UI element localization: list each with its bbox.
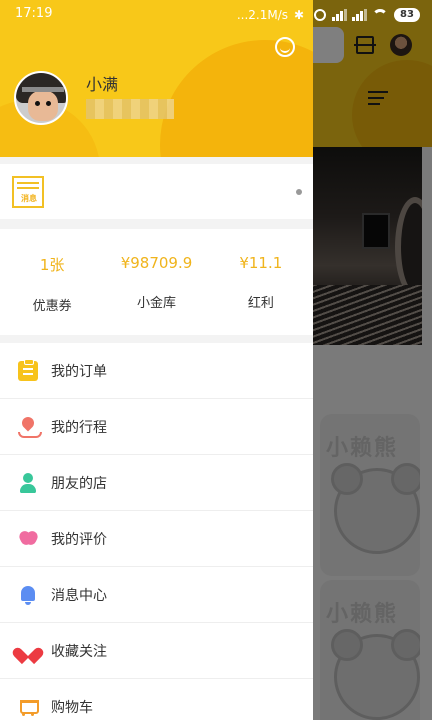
news-logo-icon: 消息	[12, 176, 44, 208]
menu-item-cart[interactable]: 购物车	[0, 679, 313, 720]
cart-icon	[18, 697, 39, 717]
menu-label: 我的评价	[51, 532, 107, 548]
side-drawer: 小满 消息 1张 优惠券 ¥98709.9 小金库 ¥11.1 红利 我的订单 …	[0, 0, 313, 720]
user-info-blurred	[86, 99, 174, 119]
signal-icon	[352, 9, 367, 21]
pager-dot	[296, 189, 302, 195]
menu-item-favorites[interactable]: 收藏关注	[0, 623, 313, 679]
stat-label: 小金库	[136, 296, 176, 311]
menu-label: 消息中心	[51, 588, 107, 604]
news-ticker[interactable]: 消息	[0, 164, 313, 219]
menu-item-messages[interactable]: 消息中心	[0, 567, 313, 623]
menu-label: 购物车	[51, 700, 93, 716]
stat-value: ¥98709.9	[120, 254, 193, 272]
heart-icon	[18, 641, 38, 661]
wifi-icon	[372, 9, 388, 25]
stat-vault[interactable]: ¥98709.9 小金库	[104, 229, 208, 335]
news-logo-text: 消息	[21, 194, 37, 203]
user-name[interactable]: 小满	[86, 71, 118, 95]
drawer-menu: 我的订单 我的行程 朋友的店 我的评价 消息中心 收藏关注 购物车	[0, 343, 313, 720]
alarm-icon	[314, 9, 326, 21]
bluetooth-icon: ✱	[294, 8, 305, 22]
menu-item-orders[interactable]: 我的订单	[0, 343, 313, 399]
network-speed: ...2.1M/s	[236, 8, 288, 22]
menu-item-reviews[interactable]: 我的评价	[0, 511, 313, 567]
avatar[interactable]	[14, 71, 68, 125]
clipboard-icon	[18, 359, 38, 381]
stat-value: 1张	[39, 256, 65, 274]
flower-icon	[18, 529, 38, 549]
menu-label: 我的订单	[51, 364, 107, 380]
smile-icon[interactable]	[275, 37, 295, 57]
status-bar: 17:19 ...2.1M/s ✱ 83	[0, 0, 432, 28]
status-icons: ...2.1M/s ✱ 83	[237, 5, 420, 25]
battery-indicator: 83	[394, 8, 420, 22]
signal-icon	[332, 9, 347, 21]
stat-label: 优惠券	[32, 299, 72, 314]
account-stats: 1张 优惠券 ¥98709.9 小金库 ¥11.1 红利	[0, 229, 313, 335]
menu-item-friends-shop[interactable]: 朋友的店	[0, 455, 313, 511]
person-icon	[18, 473, 38, 493]
stat-bonus[interactable]: ¥11.1 红利	[209, 229, 313, 335]
menu-label: 我的行程	[51, 420, 107, 436]
status-time: 17:19	[15, 6, 53, 21]
menu-label: 朋友的店	[51, 476, 107, 492]
stat-coupons[interactable]: 1张 优惠券	[0, 229, 104, 335]
stat-label: 红利	[247, 296, 274, 311]
bell-icon	[18, 585, 38, 605]
location-pin-icon	[18, 417, 42, 438]
menu-item-trips[interactable]: 我的行程	[0, 399, 313, 455]
stat-value: ¥11.1	[239, 254, 283, 272]
menu-label: 收藏关注	[51, 644, 107, 660]
